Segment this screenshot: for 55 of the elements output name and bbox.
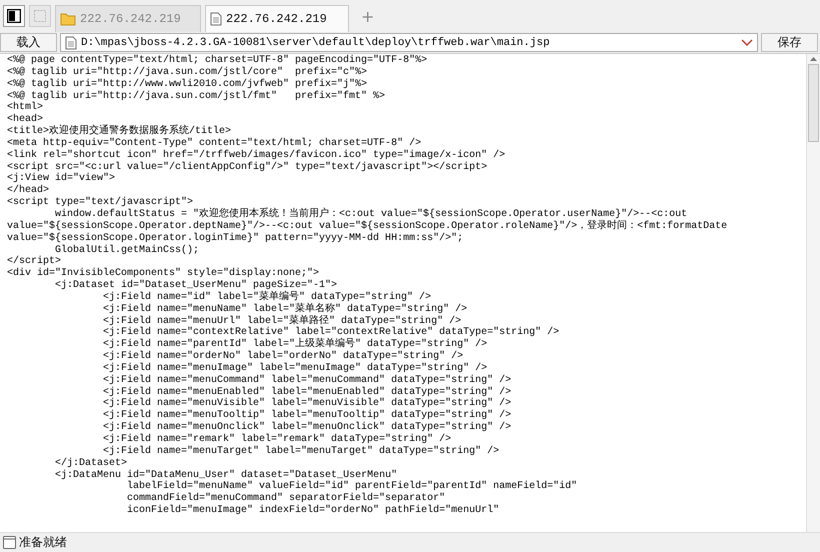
tab[interactable]: 222.76.242.219 [205,5,349,32]
code-line: <div id="InvisibleComponents" style="display:none;"> [7,268,320,280]
code-line: <head> [7,114,44,126]
code-line: <j:Field name="menuVisible" label="menuVisible" dataType="string" /> [102,398,512,410]
code-line: <script type="text/javascript"> [7,197,194,208]
code-line: </script> [7,256,62,268]
code-line: value="${sessionScope.Operator.deptName}"/>--<c:out value="${sessionScope.Operator.roleName}"/>，登录时间：<fmt:formatDate [7,220,728,232]
code-line: <j:Field name="menuOnclick" label="menuOnclick" dataType="string" /> [102,422,512,434]
code-line: <j:Field name="menuImage" label="menuImage" dataType="string" /> [102,362,488,374]
code-line: <meta http-equiv="Content-Type" content="text/html; charset=UTF-8" /> [7,138,422,150]
code-line: <j:Field name="menuName" label="菜单名称" dataType="string" /> [102,304,468,315]
load-button[interactable]: 载入 [0,33,57,52]
code-line: <j:Field name="parentId" label="上级菜单编号" dataType="string" /> [102,339,488,350]
code-line: window.defaultStatus = "欢迎您使用本系统！当前用户：<c:out value="${sessionScope.Operator.userName}"/>--<c:out [54,208,688,220]
code-line: </head> [7,185,50,196]
code-line: iconField="menuImage" indexField="orderNo" pathField="menuUrl" [126,505,500,517]
code-line: <j:Field name="menuUrl" label="菜单路径" dataType="string" /> [102,316,462,327]
code-line: <%@ taglib uri="http://www.wwli2010.com/jvfweb" prefix="j"%> [7,78,368,90]
code-line: <j:Field name="menuCommand" label="menuCommand" dataType="string" /> [102,374,512,386]
code-line: GlobalUtil.getMainCss(); [54,244,200,256]
code-line: <%@ taglib uri="http://java.sun.com/jstl/core" prefix="c"%> [7,66,368,78]
code-line: <script src="<c:url value="/clientAppConfig"/>" type="text/javascript"></script> [7,162,488,173]
code-line: <j:View id="view"> [7,173,116,184]
frame-icon [33,9,47,23]
code-line: <j:DataMenu id="DataMenu_User" dataset="Dataset_UserMenu" [54,470,398,481]
code-line: <j:Field name="id" label="菜单编号" dataType="string" /> [102,292,432,303]
code-line: <%@ page contentType="text/html; charset=UTF-8" pageEncoding="UTF-8"%> [7,55,428,66]
save-button[interactable]: 保存 [761,33,818,52]
code-line: <html> [7,102,44,114]
code-line: <title>欢迎使用交通警务数据服务系统/title> [7,126,232,138]
code-line: <j:Field name="remark" label="remark" dataType="string" /> [102,434,452,446]
folder-icon [60,12,76,26]
code-line: <j:Field name="orderNo" label="orderNo" dataType="string" /> [102,351,464,362]
scrollbar-thumb[interactable] [808,64,819,142]
code-line: <j:Dataset id="Dataset_UserMenu" pageSize="-1"> [54,280,338,292]
dropdown-caret-icon[interactable] [741,38,753,46]
window-icon [3,536,16,549]
code-line: </j:Dataset> [54,458,128,470]
status-text: 准备就绪 [19,534,67,551]
panel-icon [7,9,21,23]
scroll-up-icon[interactable] [809,56,818,62]
code-line: labelField="menuName" valueField="id" parentField="parentId" nameField="id" [126,481,578,492]
code-line: commandField="menuCommand" separatorField="separator" [126,493,446,504]
code-line: value="${sessionScope.Operator.loginTime}" pattern="yyyy-MM-dd HH:mm:ss"/>"; [7,232,464,244]
path-field[interactable]: D:\mpas\jboss-4.2.3.GA-10081\server\default\deploy\trffweb.war\main.jsp [60,33,758,52]
code-line: <link rel="shortcut icon" href="/trffweb/images/favicon.ico" type="image/x-icon" /> [7,150,506,162]
scrollbar[interactable] [806,54,820,532]
code-line: <j:Field name="menuTarget" label="menuTarget" dataType="string" /> [102,446,500,458]
code-line: <%@ taglib uri="http://java.sun.com/jstl/fmt" prefix="fmt" %> [7,90,386,102]
document-icon [210,12,222,26]
document-icon [65,36,77,50]
code-line: <j:Field name="menuTooltip" label="menuTooltip" dataType="string" /> [102,410,512,422]
code-line: <j:Field name="contextRelative" label="contextRelative" dataType="string" /> [102,327,560,338]
panel-toggle-button[interactable] [3,5,25,27]
code-line: <j:Field name="menuEnabled" label="menuEnabled" dataType="string" /> [102,386,512,398]
